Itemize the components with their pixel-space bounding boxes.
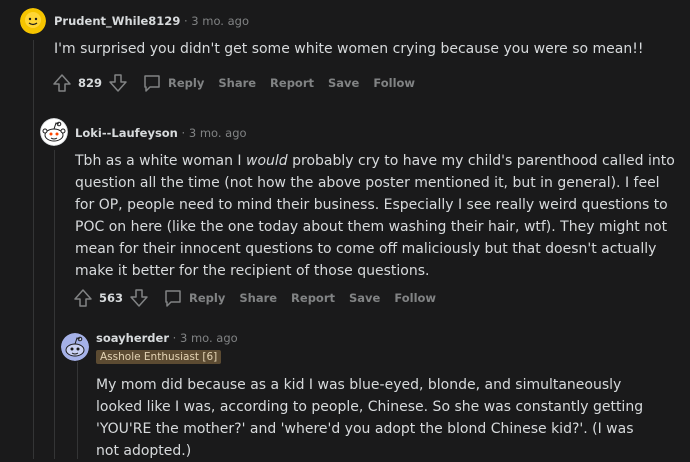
follow-label: Follow (373, 76, 416, 90)
separator: · (183, 14, 188, 28)
comment-bubble-icon (142, 73, 168, 93)
report-label: Report (291, 291, 336, 305)
comment-timestamp[interactable]: 3 mo. ago (180, 331, 238, 345)
save-button[interactable]: Save (349, 291, 380, 305)
downvote-icon[interactable] (129, 288, 149, 308)
share-label: Share (239, 291, 278, 305)
upvote-icon[interactable] (73, 288, 93, 308)
upvote-icon[interactable] (52, 73, 72, 93)
reply-button[interactable]: Reply (163, 288, 225, 308)
follow-button[interactable]: Follow (394, 291, 436, 305)
comment-author[interactable]: Prudent_While8129 (54, 14, 180, 28)
thread-line[interactable] (33, 40, 34, 459)
follow-label: Follow (394, 291, 437, 305)
comment-text: I'm surprised you didn't get some white … (54, 41, 644, 57)
comment-timestamp[interactable]: 3 mo. ago (189, 126, 247, 140)
save-button[interactable]: Save (328, 76, 359, 90)
comment-author[interactable]: Loki--Laufeyson (75, 126, 178, 140)
reply-label: Reply (189, 291, 226, 305)
comment-author[interactable]: soayherder (96, 331, 169, 345)
comment-body: I'm surprised you didn't get some white … (54, 38, 674, 60)
comment-actions: 563 Reply Share Report Save Follow (73, 286, 436, 310)
separator: · (172, 331, 177, 345)
comment-timestamp[interactable]: 3 mo. ago (191, 14, 249, 28)
purple-snoo-avatar-icon[interactable] (61, 333, 89, 361)
share-button[interactable]: Share (239, 291, 277, 305)
save-label: Save (328, 76, 360, 90)
report-label: Report (270, 76, 315, 90)
separator: · (181, 126, 186, 140)
reply-label: Reply (168, 76, 205, 90)
comment-bubble-icon (163, 288, 189, 308)
thread-line[interactable] (54, 150, 55, 459)
report-button[interactable]: Report (270, 76, 314, 90)
vote-score: 829 (78, 76, 103, 90)
downvote-icon[interactable] (108, 73, 128, 93)
share-label: Share (218, 76, 257, 90)
follow-button[interactable]: Follow (373, 76, 415, 90)
comment-text: My mom did because as a kid I was blue-e… (96, 377, 644, 459)
comment-actions: 829 Reply Share Report Save Follow (52, 71, 415, 95)
comment-text: Tbh as a white woman I would probably cr… (75, 153, 675, 279)
yellow-face-avatar-icon[interactable] (20, 8, 46, 34)
thread-line[interactable] (77, 362, 78, 459)
vote-score: 563 (99, 291, 124, 305)
reply-button[interactable]: Reply (142, 73, 204, 93)
save-label: Save (349, 291, 381, 305)
comment-body: My mom did because as a kid I was blue-e… (96, 374, 656, 462)
report-button[interactable]: Report (291, 291, 335, 305)
user-flair: Asshole Enthusiast [6] (96, 350, 222, 364)
snoo-avatar-icon[interactable] (40, 118, 68, 146)
share-button[interactable]: Share (218, 76, 256, 90)
comment-body: Tbh as a white woman I would probably cr… (75, 150, 681, 282)
